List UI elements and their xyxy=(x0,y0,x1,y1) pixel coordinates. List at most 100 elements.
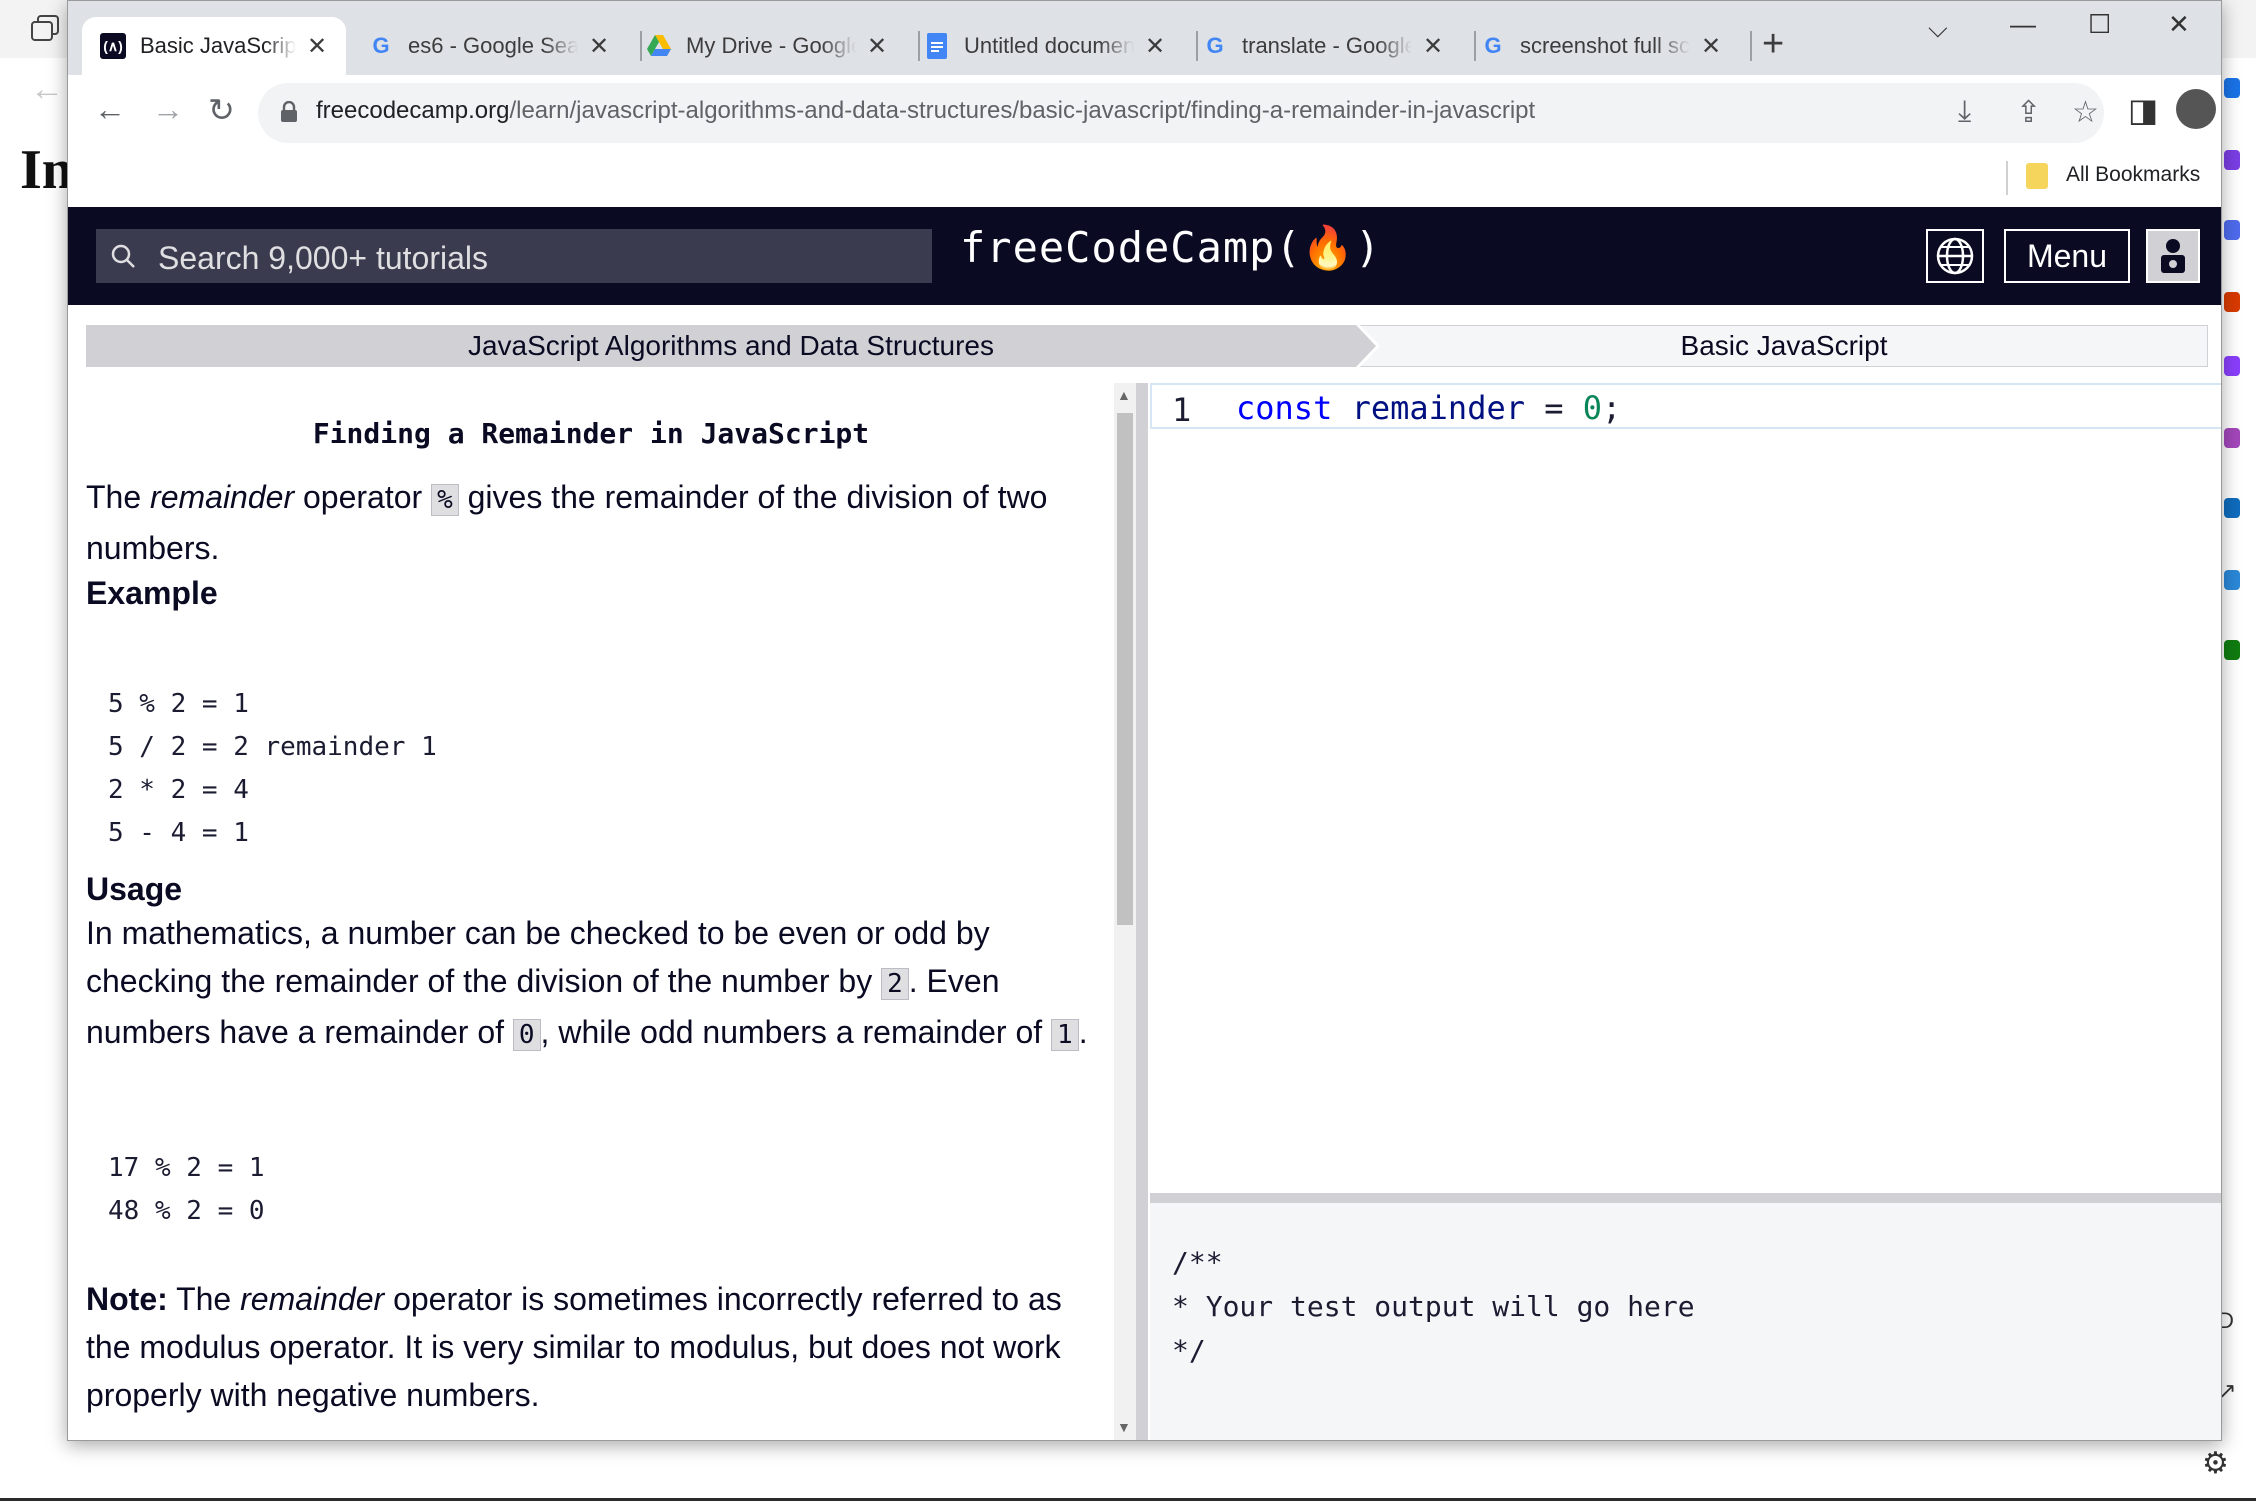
tab-title: My Drive - Google Drive xyxy=(686,33,856,58)
tab-separator xyxy=(1750,31,1752,61)
minimize-icon[interactable]: — xyxy=(2010,9,2036,40)
forward-arrow-icon[interactable]: → xyxy=(152,91,184,128)
maximize-icon[interactable]: ☐ xyxy=(2088,9,2111,40)
tab-close-icon[interactable]: ✕ xyxy=(1422,32,1444,61)
address-bar[interactable]: freecodecamp.org/learn/javascript-algori… xyxy=(258,83,2104,143)
tab-translate-search[interactable]: G translate - Google Search ✕ xyxy=(1184,17,1462,75)
code-editor[interactable]: 1 const remainder = 0; xyxy=(1150,383,2221,1193)
tab-title: Basic JavaScript: Finding a Remainder xyxy=(140,33,296,58)
intro-paragraph: The remainder operator % gives the remai… xyxy=(86,479,1048,566)
user-avatar-icon[interactable] xyxy=(2146,229,2200,283)
back-arrow-icon[interactable]: ← xyxy=(94,91,126,128)
edge-sidebar-icon[interactable] xyxy=(2224,640,2240,660)
new-tab-plus-icon[interactable]: + xyxy=(1762,23,1784,66)
usage-code-block: 17 % 2 = 1 48 % 2 = 0 xyxy=(108,1153,265,1226)
tab-close-icon[interactable]: ✕ xyxy=(588,32,610,61)
editor-active-line[interactable]: 1 const remainder = 0; xyxy=(1150,383,2221,429)
bookmarks-separator xyxy=(2006,161,2008,195)
tab-title: translate - Google Search xyxy=(1242,33,1412,58)
tab-close-icon[interactable]: ✕ xyxy=(1700,32,1722,61)
scrollbar-thumb[interactable] xyxy=(1117,413,1133,925)
side-panel-icon[interactable]: ◨ xyxy=(2128,91,2158,129)
tab-search-chevron-icon[interactable]: ⌵ xyxy=(1928,13,1948,45)
edge-sidebar-icon[interactable] xyxy=(2224,150,2240,170)
browser-toolbar: ← → ↻ freecodecamp.org/learn/javascript-… xyxy=(68,75,2221,151)
tab-my-drive[interactable]: My Drive - Google Drive ✕ xyxy=(628,17,906,75)
background-sidebar-strip xyxy=(2222,0,2256,1504)
background-heading: In xyxy=(20,139,73,201)
edge-sidebar-icon[interactable] xyxy=(2224,78,2240,98)
window-close-icon[interactable]: ✕ xyxy=(2168,9,2190,40)
background-back-icon: ← xyxy=(30,70,64,108)
tab-untitled-document[interactable]: Untitled document ✕ xyxy=(906,17,1184,75)
tab-es6-search[interactable]: G es6 - Google Search ✕ xyxy=(350,17,628,75)
edge-sidebar-icon[interactable] xyxy=(2224,570,2240,590)
inline-code: 0 xyxy=(512,1019,541,1051)
browser-window: (∧) Basic JavaScript: Finding a Remainde… xyxy=(67,0,2222,1441)
edge-sidebar-icon[interactable] xyxy=(2224,220,2240,240)
globe-icon xyxy=(1936,237,1974,275)
breadcrumb-block[interactable]: Basic JavaScript xyxy=(1360,325,2208,367)
fcc-page: Search 9,000+ tutorials freeCodeCamp(🔥) … xyxy=(68,207,2221,1440)
tab-basic-javascript[interactable]: (∧) Basic JavaScript: Finding a Remainde… xyxy=(82,17,346,75)
scroll-down-arrow-icon[interactable]: ▼ xyxy=(1117,1419,1131,1435)
breadcrumb-superblock[interactable]: JavaScript Algorithms and Data Structure… xyxy=(86,325,1376,367)
url-host: freecodecamp.org xyxy=(316,97,510,124)
task-view-icon[interactable] xyxy=(28,14,62,44)
tab-title: screenshot full screen xyxy=(1520,33,1690,58)
google-docs-favicon-icon xyxy=(924,33,950,59)
scroll-up-arrow-icon[interactable]: ▲ xyxy=(1117,387,1131,403)
fcc-logo[interactable]: freeCodeCamp(🔥) xyxy=(960,223,1381,273)
all-bookmarks-link[interactable]: All Bookmarks xyxy=(2066,163,2200,187)
usage-heading: Usage xyxy=(86,871,183,907)
settings-gear-icon[interactable]: ⚙ xyxy=(2202,1446,2229,1481)
share-icon[interactable]: ⇪ xyxy=(2016,95,2041,130)
search-input[interactable]: Search 9,000+ tutorials xyxy=(96,229,932,283)
lock-icon[interactable] xyxy=(280,101,298,123)
note-paragraph: Note: The remainder operator is sometime… xyxy=(86,1281,1062,1413)
test-output-panel: /** * Your test output will go here */ xyxy=(1150,1203,2221,1440)
search-icon xyxy=(111,244,135,268)
tab-title: Untitled document xyxy=(964,33,1134,58)
tab-title: es6 - Google Search xyxy=(408,33,578,58)
profile-avatar-icon[interactable] xyxy=(2176,89,2216,129)
pane-divider[interactable] xyxy=(1136,383,1148,1440)
tab-close-icon[interactable]: ✕ xyxy=(1144,32,1166,61)
google-favicon-icon: G xyxy=(1206,33,1224,58)
bookmarks-bar: All Bookmarks xyxy=(68,151,2221,207)
tab-close-icon[interactable]: ✕ xyxy=(306,32,328,61)
edge-sidebar-icon[interactable] xyxy=(2224,498,2240,518)
bookmark-star-icon[interactable]: ☆ xyxy=(2072,95,2099,130)
reload-icon[interactable]: ↻ xyxy=(208,91,235,129)
inline-code: 1 xyxy=(1051,1019,1079,1051)
test-output-text: /** * Your test output will go here */ xyxy=(1172,1246,1695,1367)
tab-close-icon[interactable]: ✕ xyxy=(866,32,888,61)
edge-sidebar-icon[interactable] xyxy=(2224,356,2240,376)
google-favicon-icon: G xyxy=(1484,33,1502,58)
inline-code: % xyxy=(431,484,459,516)
instructions-scrollbar[interactable]: ▲ ▼ xyxy=(1114,383,1136,1440)
edge-sidebar-icon[interactable] xyxy=(2224,292,2240,312)
inline-code: 2 xyxy=(881,968,909,1000)
example-heading: Example xyxy=(86,575,218,611)
taskbar-edge xyxy=(0,1498,2256,1501)
google-drive-favicon-icon xyxy=(646,33,672,59)
fcc-navbar: Search 9,000+ tutorials freeCodeCamp(🔥) … xyxy=(68,207,2221,305)
install-app-icon[interactable]: ⤓ xyxy=(1958,95,1971,129)
tab-strip: (∧) Basic JavaScript: Finding a Remainde… xyxy=(68,1,2221,75)
url-path: /learn/javascript-algorithms-and-data-st… xyxy=(509,97,1536,124)
instructions-panel: Finding a Remainder in JavaScript The re… xyxy=(86,383,1114,1440)
tab-screenshot-search[interactable]: G screenshot full screen ✕ xyxy=(1462,17,1740,75)
breadcrumb: JavaScript Algorithms and Data Structure… xyxy=(86,325,2208,367)
line-number: 1 xyxy=(1172,391,1192,429)
language-globe-button[interactable] xyxy=(1926,229,1984,283)
example-code-block: 5 % 2 = 1 5 / 2 = 2 remainder 1 2 * 2 = … xyxy=(108,689,437,848)
folder-icon[interactable] xyxy=(2026,163,2048,189)
menu-button[interactable]: Menu xyxy=(2004,229,2130,283)
freecodecamp-favicon-icon: (∧) xyxy=(100,33,126,59)
usage-paragraph: In mathematics, a number can be checked … xyxy=(86,915,1088,1051)
editor-output-divider[interactable] xyxy=(1150,1193,2221,1203)
edge-sidebar-icon[interactable] xyxy=(2224,428,2240,448)
code-line[interactable]: const remainder = 0; xyxy=(1236,389,1621,427)
url-text[interactable]: freecodecamp.org/learn/javascript-algori… xyxy=(316,97,1535,125)
